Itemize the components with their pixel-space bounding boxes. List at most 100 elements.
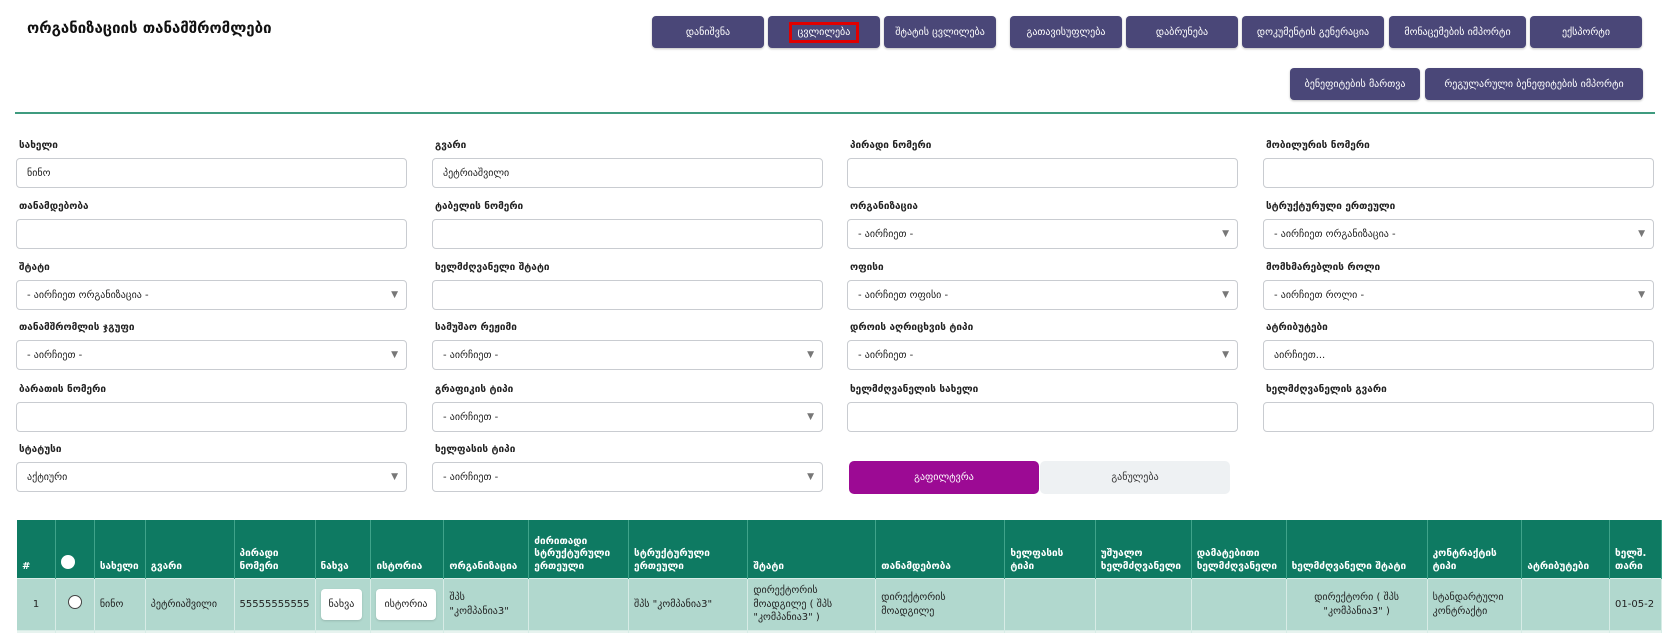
row-select-radio[interactable] — [67, 595, 82, 610]
position-input[interactable] — [16, 219, 407, 249]
appoint-button[interactable]: დანიშვნა — [652, 16, 764, 48]
staff-select[interactable]: - აირჩიეთ ორგანიზაცია - ▼ — [16, 280, 407, 310]
cell-personal-number: 55555555555 — [234, 578, 316, 631]
cell-manager-staff: დირექტორი ( შპს "კომპანია3" ) — [1286, 578, 1428, 631]
attributes-select[interactable]: აირჩიეთ... — [1263, 340, 1654, 370]
chevron-down-icon: ▼ — [1222, 229, 1229, 239]
card-number-input[interactable] — [16, 402, 407, 432]
regular-benefits-import-button[interactable]: რეგულარული ბენეფიტების იმპორტი — [1425, 68, 1643, 100]
filter-button[interactable]: გაფილტვრა — [849, 461, 1039, 494]
work-regime-label: სამუშაო რეჟიმი — [435, 322, 517, 333]
organization-select[interactable]: - აირჩიეთ - ▼ — [847, 219, 1238, 249]
employee-group-label: თანამშრომლის ჯგუფი — [19, 322, 135, 333]
name-input[interactable]: ნინო — [16, 158, 407, 188]
col-contract-date[interactable]: ხელშ. თარი — [1609, 520, 1662, 579]
cell-attributes — [1521, 578, 1611, 631]
col-attributes[interactable]: ატრიბუტები — [1521, 520, 1611, 579]
cell-organization: შპს "კომპანია3" — [443, 578, 530, 631]
table-number-label: ტაბელის ნომერი — [435, 201, 524, 212]
view-button[interactable]: ნახვა — [320, 588, 363, 621]
personal-number-input[interactable] — [847, 158, 1238, 188]
cell-additional-manager — [1191, 578, 1287, 631]
reset-button[interactable]: განულება — [1040, 461, 1230, 494]
name-label: სახელი — [19, 140, 58, 151]
manager-name-label: ხელმძღვანელის სახელი — [850, 384, 979, 395]
structural-unit-label: სტრუქტურული ერთეული — [1266, 201, 1396, 212]
mobile-label: მობილურის ნომერი — [1266, 140, 1370, 151]
col-select-all[interactable] — [55, 520, 95, 579]
employees-table: # სახელი გვარი პირადი ნომერი ნახვა ისტორ… — [17, 520, 1662, 633]
office-select[interactable]: - აირჩიეთ ოფისი - ▼ — [847, 280, 1238, 310]
col-main-unit[interactable]: ძირითადი სტრუქტურული ერთეული — [528, 520, 630, 579]
history-button[interactable]: ისტორია — [376, 588, 436, 621]
col-staff[interactable]: შტატი — [747, 520, 877, 579]
attributes-label: ატრიბუტები — [1266, 322, 1328, 333]
cell-contract-type: სტანდარტული კონტრაქტი — [1427, 578, 1523, 631]
cell-surname: პეტრიაშვილი — [145, 578, 235, 631]
col-history: ისტორია — [370, 520, 445, 579]
card-number-label: ბარათის ნომერი — [19, 384, 106, 395]
work-regime-select[interactable]: - აირჩიეთ - ▼ — [432, 340, 823, 370]
status-select[interactable]: აქტიური ▼ — [16, 462, 407, 492]
change-button[interactable]: ცვლილება — [768, 16, 880, 48]
manager-staff-label: ხელმძღვანელი შტატი — [435, 262, 550, 273]
table-number-input[interactable] — [432, 219, 823, 249]
chevron-down-icon: ▼ — [1638, 290, 1645, 300]
col-unit[interactable]: სტრუქტურული ერთეული — [628, 520, 749, 579]
table-row[interactable]: 1 ნინო პეტრიაშვილი 55555555555 ნახვა ისტ… — [17, 578, 1662, 631]
time-tracking-select[interactable]: - აირჩიეთ - ▼ — [847, 340, 1238, 370]
cell-contract-date: 01-05-2 — [1609, 578, 1662, 631]
export-button[interactable]: ექსპორტი — [1530, 16, 1642, 48]
schedule-type-label: გრაფიკის ტიპი — [435, 384, 514, 395]
schedule-type-select[interactable]: - აირჩიეთ - ▼ — [432, 402, 823, 432]
col-salary-type[interactable]: ხელფასის ტიპი — [1004, 520, 1096, 579]
cell-staff: დირექტორის მოადგილე ( შპს "კომპანია3" ) — [747, 578, 877, 631]
col-organization[interactable]: ორგანიზაცია — [443, 520, 530, 579]
salary-type-label: ხელფასის ტიპი — [435, 444, 516, 455]
return-button[interactable]: დაბრუნება — [1126, 16, 1238, 48]
benefits-management-button[interactable]: ბენეფიტების მართვა — [1290, 68, 1420, 100]
select-all-radio[interactable] — [61, 554, 76, 569]
col-contract-type[interactable]: კონტრაქტის ტიპი — [1427, 520, 1523, 579]
user-role-label: მომხმარებლის როლი — [1266, 262, 1381, 273]
manager-surname-input[interactable] — [1263, 402, 1654, 432]
organization-label: ორგანიზაცია — [850, 201, 918, 212]
cell-salary-type — [1004, 578, 1096, 631]
position-label: თანამდებობა — [19, 201, 89, 212]
header-divider — [15, 112, 1655, 114]
col-personal-number[interactable]: პირადი ნომერი — [234, 520, 316, 579]
col-name[interactable]: სახელი — [94, 520, 146, 579]
chevron-down-icon: ▼ — [807, 350, 814, 360]
chevron-down-icon: ▼ — [807, 472, 814, 482]
col-direct-manager[interactable]: უშუალო ხელმძღვანელი — [1095, 520, 1192, 579]
dismiss-button[interactable]: გათავისუფლება — [1010, 16, 1122, 48]
employee-group-select[interactable]: - აირჩიეთ - ▼ — [16, 340, 407, 370]
salary-type-select[interactable]: - აირჩიეთ - ▼ — [432, 462, 823, 492]
document-generation-button[interactable]: დოკუმენტის გენერაცია — [1242, 16, 1384, 48]
chevron-down-icon: ▼ — [391, 350, 398, 360]
col-view: ნახვა — [315, 520, 372, 579]
col-additional-manager[interactable]: დამატებითი ხელმძღვანელი — [1191, 520, 1287, 579]
chevron-down-icon: ▼ — [1222, 290, 1229, 300]
col-number: # — [17, 520, 57, 579]
time-tracking-label: დროის აღრიცხვის ტიპი — [850, 322, 974, 333]
cell-main-unit — [528, 578, 630, 631]
col-surname[interactable]: გვარი — [145, 520, 235, 579]
cell-position: დირექტორის მოადგილე — [875, 578, 1006, 631]
surname-label: გვარი — [435, 140, 467, 151]
data-import-button[interactable]: მონაცემების იმპორტი — [1389, 16, 1526, 48]
manager-name-input[interactable] — [847, 402, 1238, 432]
status-label: სტატუსი — [19, 444, 62, 455]
structural-unit-select[interactable]: - აირჩიეთ ორგანიზაცია - ▼ — [1263, 219, 1654, 249]
col-position[interactable]: თანამდებობა — [875, 520, 1006, 579]
col-manager-staff[interactable]: ხელმძღვანელი შტატი — [1286, 520, 1428, 579]
office-label: ოფისი — [850, 262, 884, 273]
row-number: 1 — [17, 578, 57, 631]
staff-change-button[interactable]: შტატის ცვლილება — [884, 16, 996, 48]
user-role-select[interactable]: - აირჩიეთ როლი - ▼ — [1263, 280, 1654, 310]
chevron-down-icon: ▼ — [1222, 350, 1229, 360]
manager-staff-input[interactable] — [432, 280, 823, 310]
chevron-down-icon: ▼ — [391, 472, 398, 482]
surname-input[interactable]: პეტრიაშვილი — [432, 158, 823, 188]
mobile-input[interactable] — [1263, 158, 1654, 188]
